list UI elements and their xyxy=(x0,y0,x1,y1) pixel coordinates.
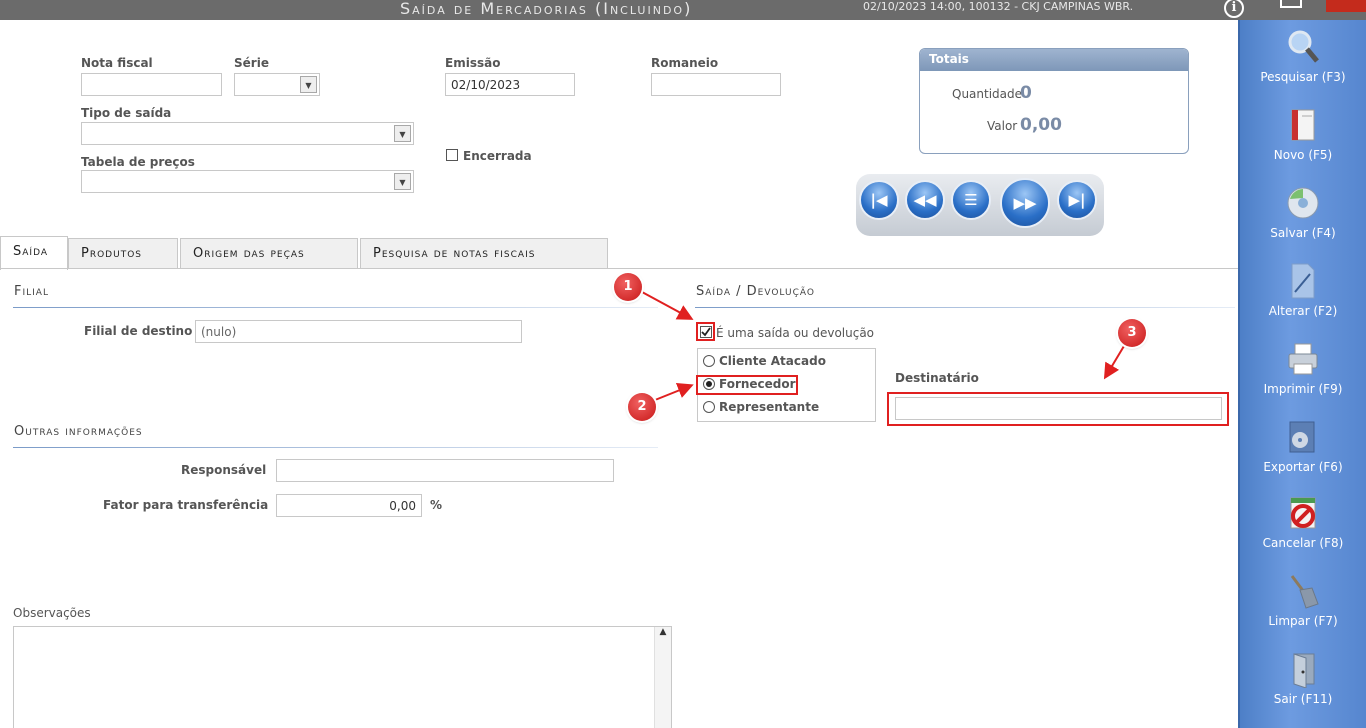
sair-label: Sair (F11) xyxy=(1273,692,1333,706)
disc-icon xyxy=(1287,187,1319,219)
edit-document-icon xyxy=(1291,263,1315,299)
magnifier-icon xyxy=(1288,30,1319,63)
imprimir-button[interactable]: Imprimir (F9) xyxy=(1240,336,1366,408)
exportar-label: Exportar (F6) xyxy=(1263,460,1343,474)
exit-door-icon xyxy=(1293,653,1315,688)
printer-icon xyxy=(1288,343,1318,375)
alterar-button[interactable]: Alterar (F2) xyxy=(1240,258,1366,330)
pesquisar-label: Pesquisar (F3) xyxy=(1260,70,1346,84)
export-icon xyxy=(1289,421,1315,453)
limpar-button[interactable]: Limpar (F7) xyxy=(1240,568,1366,640)
imprimir-label: Imprimir (F9) xyxy=(1263,382,1343,396)
salvar-label: Salvar (F4) xyxy=(1270,226,1336,240)
alterar-label: Alterar (F2) xyxy=(1268,304,1338,318)
cancel-icon xyxy=(1290,497,1316,529)
novo-button[interactable]: Novo (F5) xyxy=(1240,102,1366,174)
callout-2: 2 xyxy=(628,393,656,421)
close-button[interactable] xyxy=(1326,0,1366,12)
cancelar-label: Cancelar (F8) xyxy=(1262,536,1344,550)
broom-icon xyxy=(1290,575,1319,609)
salvar-button[interactable]: Salvar (F4) xyxy=(1240,180,1366,252)
sair-button[interactable]: Sair (F11) xyxy=(1240,646,1366,718)
limpar-label: Limpar (F7) xyxy=(1268,614,1338,628)
cancelar-button[interactable]: Cancelar (F8) xyxy=(1240,490,1366,562)
new-book-icon xyxy=(1291,109,1315,141)
pesquisar-button[interactable]: Pesquisar (F3) xyxy=(1240,24,1366,96)
callout-3: 3 xyxy=(1118,319,1146,347)
novo-label: Novo (F5) xyxy=(1273,148,1333,162)
exportar-button[interactable]: Exportar (F6) xyxy=(1240,414,1366,486)
callout-1: 1 xyxy=(614,273,642,301)
minimize-button[interactable] xyxy=(1280,0,1302,8)
annotation-arrows xyxy=(641,291,1125,401)
